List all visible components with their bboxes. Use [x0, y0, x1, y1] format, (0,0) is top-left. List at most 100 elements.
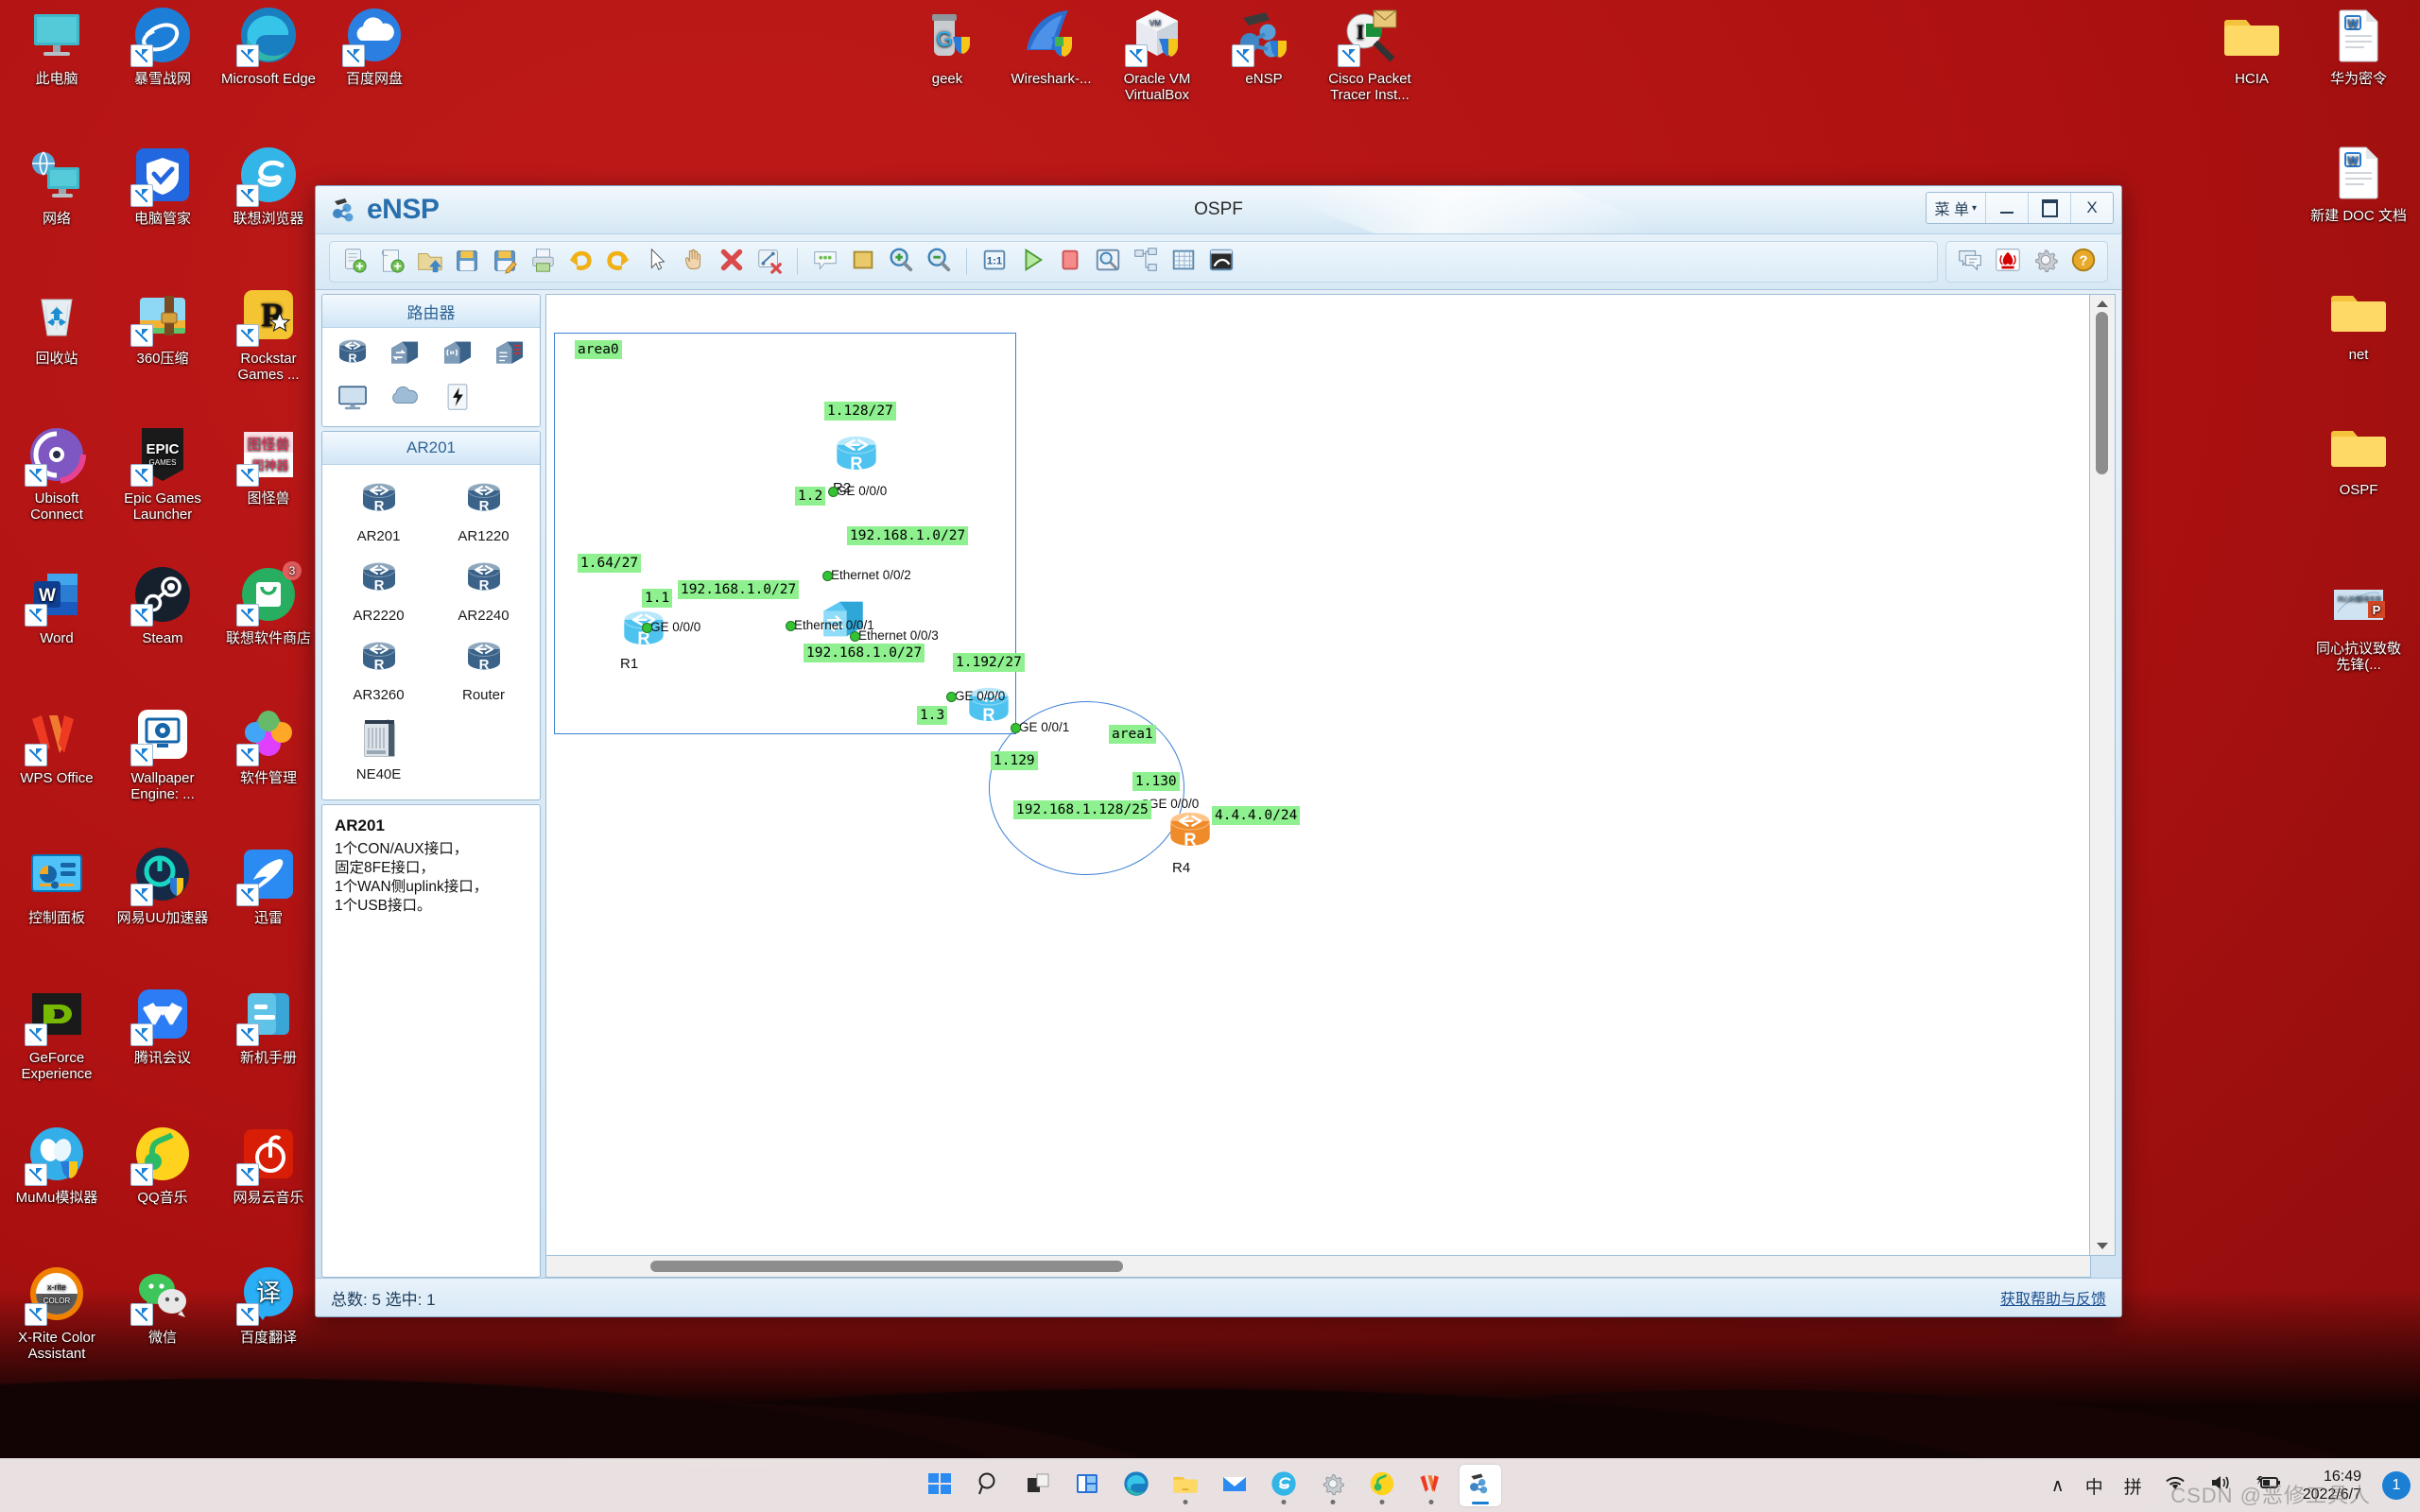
windows-taskbar[interactable]: ∧ 中 拼 16:49 2022/6/7 1 CSDN @恶修工具人: [0, 1458, 2420, 1512]
desktop-icon-19[interactable]: 控制面板: [8, 844, 106, 926]
device-model-ar201[interactable]: R AR201: [326, 472, 431, 552]
desktop-icon-14[interactable]: Steam: [113, 564, 212, 646]
desktop-icon-9[interactable]: R Rockstar Games ...: [219, 284, 318, 383]
desktop-icon-8[interactable]: 360压缩: [113, 284, 212, 367]
vertical-scroll-thumb[interactable]: [2096, 312, 2108, 474]
toolbar-secondary-group[interactable]: ?: [1945, 241, 2108, 283]
endpoint-class[interactable]: [328, 379, 377, 419]
window-titlebar[interactable]: eNSP OSPF 菜 单 ▾ X: [316, 186, 2121, 234]
firewall-class[interactable]: [486, 335, 535, 375]
battery-charging-icon[interactable]: [2254, 1473, 2282, 1498]
desktop-icon-2[interactable]: 暴雪战网: [113, 5, 212, 87]
horizontal-scroll-thumb[interactable]: [650, 1261, 1123, 1272]
grid-button[interactable]: [1166, 245, 1201, 279]
edge-button[interactable]: [1115, 1465, 1157, 1506]
desktop-icon-21[interactable]: 迅雷: [219, 844, 318, 926]
desktop-icon-4[interactable]: 网络: [8, 145, 106, 227]
pan-tool-button[interactable]: [676, 245, 712, 279]
desktop-icon-top-5[interactable]: I Cisco Packet Tracer Inst...: [1321, 5, 1419, 103]
desktop-icon-28[interactable]: x-rite COLOR X-Rite Color Assistant: [8, 1263, 106, 1362]
undo-button[interactable]: [562, 245, 598, 279]
desktop-icon-right-5[interactable]: OSPF: [2309, 416, 2408, 498]
ime-pinyin-indicator[interactable]: 拼: [2124, 1473, 2142, 1499]
switch-class[interactable]: [381, 335, 430, 375]
save-as-button[interactable]: [487, 245, 523, 279]
menu-button[interactable]: 菜 单 ▾: [1927, 193, 1986, 223]
help-button[interactable]: ?: [2066, 245, 2101, 279]
wlan-class[interactable]: [433, 335, 482, 375]
new-topology-button[interactable]: [336, 245, 372, 279]
minimize-button[interactable]: [1986, 193, 2029, 223]
desktop-icon-top-2[interactable]: Wireshark-...: [1002, 5, 1100, 87]
huawei-button[interactable]: [1990, 245, 2026, 279]
ime-mode-indicator[interactable]: 中: [2085, 1473, 2103, 1499]
topology-canvas[interactable]: RR1RR2LSW1RR3RR4GE 0/0/0GE 0/0/0Ethernet…: [545, 294, 2090, 1256]
ensp-button[interactable]: [1460, 1465, 1501, 1506]
console-button[interactable]: [1203, 245, 1239, 279]
toolbar-primary-group[interactable]: 1:1: [329, 241, 1938, 283]
file-explorer-button[interactable]: [1165, 1465, 1206, 1506]
desktop-icon-top-3[interactable]: VM Oracle VM VirtualBox: [1108, 5, 1206, 103]
desktop-icon-25[interactable]: MuMu模拟器: [8, 1124, 106, 1206]
tray-chevron-icon[interactable]: ∧: [2051, 1475, 2065, 1497]
desktop-icon-5[interactable]: 电脑管家: [113, 145, 212, 227]
desktop-icon-top-4[interactable]: eNSP: [1215, 5, 1313, 87]
desktop-icon-13[interactable]: W Word: [8, 564, 106, 646]
wps-button[interactable]: [1410, 1465, 1452, 1506]
desktop-icon-6[interactable]: 联想浏览器: [219, 145, 318, 227]
mail-button[interactable]: [1214, 1465, 1255, 1506]
router-class[interactable]: R: [328, 335, 377, 375]
desktop-icon-3[interactable]: Microsoft Edge: [219, 5, 318, 87]
add-note-button[interactable]: [807, 245, 843, 279]
desktop-icon-right-4[interactable]: net: [2309, 281, 2408, 363]
device-model-ar1220[interactable]: R AR1220: [431, 472, 536, 552]
open-button[interactable]: [411, 245, 447, 279]
desktop-icon-12[interactable]: 图怪兽 图神器 图怪兽: [219, 424, 318, 507]
device-model-ar2240[interactable]: R AR2240: [431, 552, 536, 631]
desktop-icon-baidu-netdisk[interactable]: 百度网盘: [325, 5, 424, 87]
desktop-icon-15[interactable]: 3 联想软件商店: [219, 561, 318, 646]
desktop-icon-30[interactable]: 译百度翻译: [219, 1263, 318, 1346]
ensp-window[interactable]: eNSP OSPF 菜 单 ▾ X 1:1 ? 路由器 R AR201 R AR2…: [315, 185, 2122, 1317]
help-feedback-link[interactable]: 获取帮助与反馈: [2000, 1286, 2106, 1309]
cloud-class[interactable]: [381, 379, 430, 419]
desktop-icon-17[interactable]: Wallpaper Engine: ...: [113, 704, 212, 802]
desktop-icon-10[interactable]: Ubisoft Connect: [8, 424, 106, 523]
taskbar-tray[interactable]: ∧ 中 拼 16:49 2022/6/7 1: [2051, 1468, 2411, 1503]
device-model-ar3260[interactable]: R AR3260: [326, 631, 431, 711]
notification-badge[interactable]: 1: [2382, 1471, 2411, 1500]
desktop-icon-23[interactable]: 腾讯会议: [113, 984, 212, 1066]
canvas-vertical-scrollbar[interactable]: [2090, 294, 2116, 1256]
other-class[interactable]: [433, 379, 482, 419]
desktop-icon-18[interactable]: 软件管理: [219, 704, 318, 786]
widgets-button[interactable]: [1066, 1465, 1108, 1506]
desktop-icon-11[interactable]: EPIC GAMES Epic Games Launcher: [113, 424, 212, 523]
desktop-icon-27[interactable]: 网易云音乐: [219, 1124, 318, 1206]
device-sidebar[interactable]: 路由器 R AR201 R AR201 R AR1220 R AR2220 R AR2240 R…: [321, 294, 541, 1278]
device-model-grid[interactable]: R AR201 R AR1220 R AR2220 R AR2240 R AR3260 R Route…: [322, 465, 540, 799]
main-toolbar[interactable]: 1:1 ?: [316, 234, 2121, 290]
capture-packet-button[interactable]: [1090, 245, 1126, 279]
select-tool-button[interactable]: [638, 245, 674, 279]
zoom-in-button[interactable]: [883, 245, 919, 279]
maximize-button[interactable]: [2029, 193, 2071, 223]
desktop-icon-right-1[interactable]: HCIA: [2203, 5, 2301, 87]
start-button[interactable]: [919, 1465, 960, 1506]
topology-node-r4[interactable]: R: [1164, 806, 1217, 864]
desktop-icon-20[interactable]: 网易UU加速器: [113, 844, 212, 926]
desktop-icon-7[interactable]: 回收站: [8, 284, 106, 367]
delete-button[interactable]: [714, 245, 750, 279]
desktop-icon-24[interactable]: 新机手册: [219, 984, 318, 1066]
scroll-down-arrow-icon[interactable]: [2097, 1243, 2108, 1249]
qq-music-button[interactable]: [1361, 1465, 1403, 1506]
desktop-icon-22[interactable]: GeForce Experience: [8, 984, 106, 1082]
settings-button[interactable]: [2028, 245, 2064, 279]
volume-icon[interactable]: [2208, 1473, 2233, 1498]
device-model-router[interactable]: R Router: [431, 631, 536, 711]
scroll-up-arrow-icon[interactable]: [2097, 301, 2108, 307]
taskbar-app-buttons[interactable]: [919, 1465, 1501, 1506]
desktop-icon-29[interactable]: 微信: [113, 1263, 212, 1346]
desktop-icon-26[interactable]: QQ音乐: [113, 1124, 212, 1206]
lenovo-browser-button[interactable]: [1263, 1465, 1305, 1506]
add-shape-button[interactable]: [845, 245, 881, 279]
